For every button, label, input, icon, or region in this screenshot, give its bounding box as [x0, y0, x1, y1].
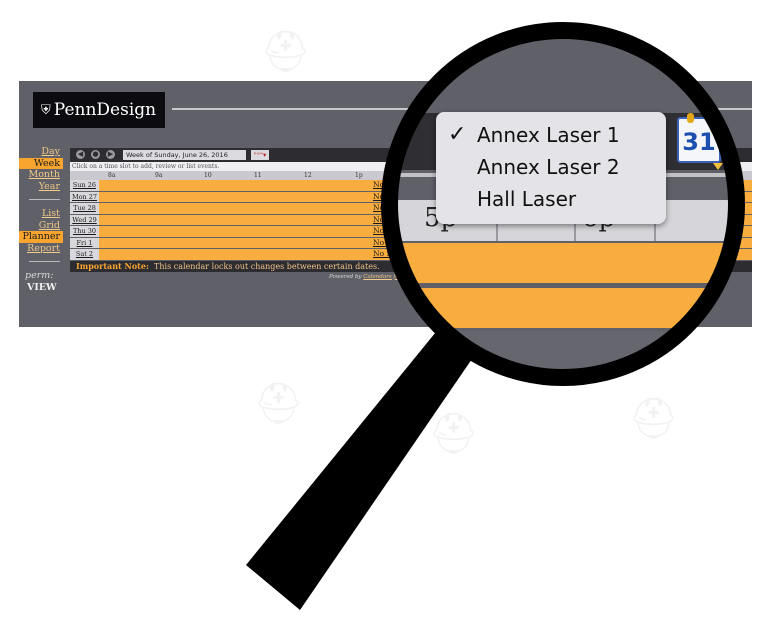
nav-report[interactable]: Report [19, 243, 63, 255]
hour-label: 1p [355, 172, 363, 179]
today-icon[interactable]: ● [91, 150, 100, 159]
hour-label: 9a [155, 172, 163, 179]
week-select[interactable]: Week of Sunday, June 26, 2016 [123, 150, 246, 160]
day-link[interactable]: Sat 2 [70, 249, 99, 260]
nav-month[interactable]: Month [19, 169, 63, 181]
nav-divider [19, 254, 63, 270]
day-link[interactable]: Thu 30 [70, 226, 99, 237]
nav-list[interactable]: List [19, 208, 63, 220]
penndesign-logo: ⛨ PennDesign [33, 92, 165, 128]
note-label: Important Note: [76, 260, 149, 271]
day-link[interactable]: Tue 28 [70, 203, 99, 214]
hour-label: 11 [254, 172, 262, 179]
nav-day[interactable]: Day [19, 146, 63, 158]
day-link[interactable]: Wed 29 [70, 214, 99, 225]
powered-prefix: Powered by [329, 273, 362, 280]
perm-value: VIEW [27, 281, 57, 293]
shield-icon: ⛨ [41, 102, 51, 118]
nav-divider [19, 192, 63, 208]
watermark-mark: ⛑ [428, 411, 479, 457]
nav-year[interactable]: Year [19, 181, 63, 193]
watermark-mark: ⛑ [260, 29, 311, 75]
watermark-mark: ⛑ [628, 396, 679, 442]
nav-grid[interactable]: Grid [19, 220, 63, 232]
view-nav: Day Week Month Year List Grid Planner Re… [19, 146, 63, 293]
watermark-mark: ⛑ [253, 381, 304, 427]
magnifier-rim [381, 22, 745, 386]
day-link[interactable]: Sun 26 [70, 180, 99, 191]
note-text: This calendar locks out changes between … [154, 261, 380, 271]
perm-label: perm: [25, 270, 54, 281]
day-link[interactable]: Fri 1 [70, 237, 99, 248]
logo-text: PennDesign [53, 100, 157, 120]
prev-week-icon[interactable]: ◀ [76, 150, 85, 159]
hour-label: 8a [108, 172, 116, 179]
hour-label: 12 [304, 172, 312, 179]
next-week-icon[interactable]: ▶ [106, 150, 115, 159]
day-link[interactable]: Mon 27 [70, 191, 99, 202]
nav-planner[interactable]: Planner [19, 231, 63, 243]
hour-label: 10 [204, 172, 212, 179]
calendar-picker-icon[interactable]: "°"▾ [251, 150, 269, 160]
nav-week[interactable]: Week [19, 157, 63, 169]
